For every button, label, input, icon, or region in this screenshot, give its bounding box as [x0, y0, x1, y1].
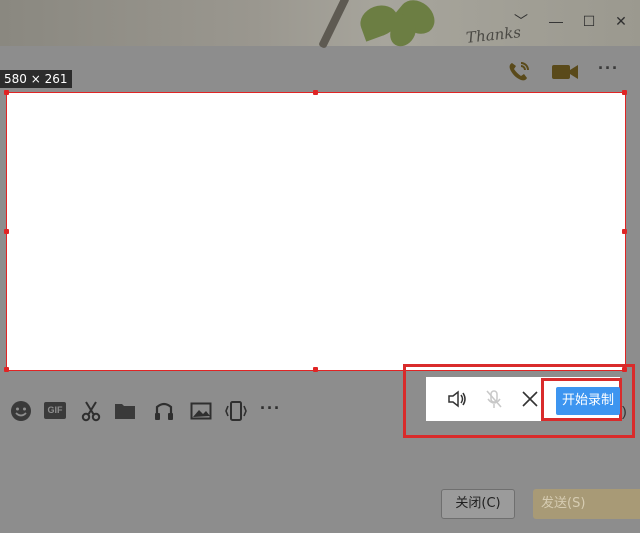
folder-icon[interactable] [114, 400, 136, 422]
close-window-button[interactable]: ✕ [612, 12, 630, 30]
profile-banner: Thanks [0, 0, 640, 51]
minimize-button[interactable]: — [547, 12, 565, 30]
maximize-button[interactable]: ☐ [580, 12, 598, 30]
image-icon[interactable] [190, 400, 212, 422]
resize-handle-top-right[interactable] [622, 90, 627, 95]
send-button[interactable]: 发送(S) [533, 489, 640, 519]
more-options-icon[interactable]: ··· [598, 58, 619, 79]
emoji-icon[interactable] [10, 400, 32, 422]
toolbar-more-icon[interactable]: ··· [260, 398, 281, 419]
resize-handle-bottom-left[interactable] [4, 367, 9, 372]
collapse-button[interactable]: ﹀ [512, 12, 530, 30]
resize-handle-right[interactable] [622, 229, 627, 234]
resize-handle-top-left[interactable] [4, 90, 9, 95]
close-chat-button[interactable]: 关闭(C) [441, 489, 515, 519]
resize-handle-left[interactable] [4, 229, 9, 234]
resize-handle-top[interactable] [313, 90, 318, 95]
scissors-icon[interactable] [80, 400, 102, 422]
voice-call-icon[interactable] [506, 60, 532, 84]
music-icon[interactable] [153, 400, 175, 422]
start-recording-button[interactable]: 开始录制 [556, 387, 620, 415]
capture-size-label: 580 × 261 [0, 70, 72, 88]
capture-region[interactable] [6, 92, 626, 371]
resize-handle-bottom[interactable] [313, 367, 318, 372]
gif-icon[interactable]: GIF [44, 402, 66, 419]
banner-decoration [318, 0, 350, 49]
video-call-icon[interactable] [551, 60, 578, 84]
screen-record-icon[interactable] [225, 400, 247, 422]
